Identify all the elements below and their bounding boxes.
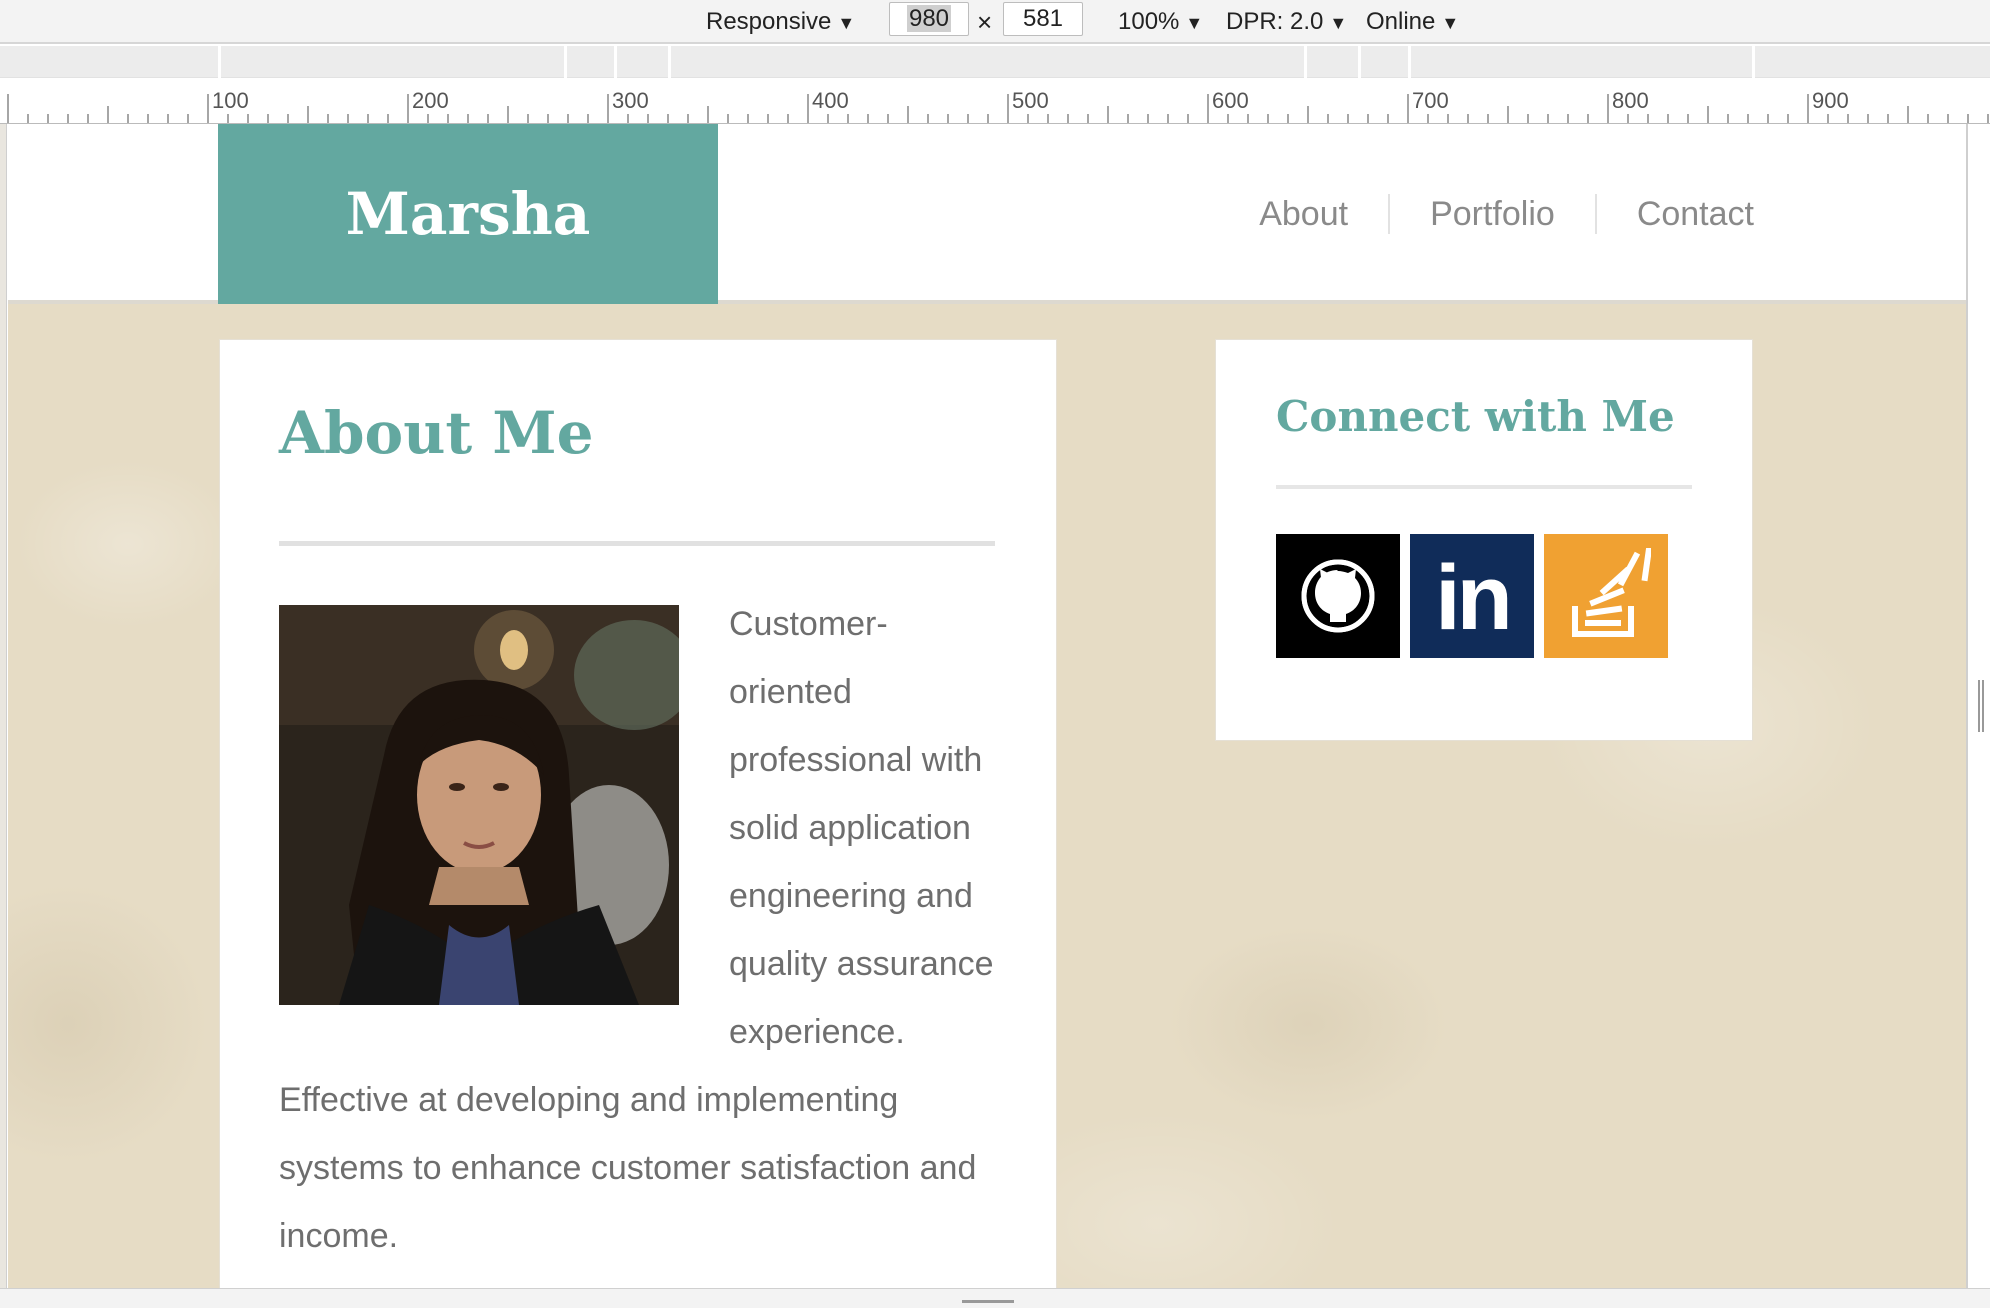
main-nav: About Portfolio Contact xyxy=(1219,182,1754,246)
divider xyxy=(279,541,995,546)
left-gutter xyxy=(0,124,7,1308)
media-query-segment[interactable] xyxy=(1358,46,1408,78)
ruler-label: 700 xyxy=(1412,88,1449,113)
width-input[interactable]: 980 xyxy=(889,2,969,36)
media-query-segment[interactable] xyxy=(1304,46,1358,78)
zoom-select[interactable]: 100% ▼ xyxy=(1118,6,1203,38)
ruler: 100 200 300 400 500 600 700 800 900 xyxy=(0,80,1990,124)
ruler-label: 600 xyxy=(1212,88,1249,113)
dpr-select[interactable]: DPR: 2.0 ▼ xyxy=(1226,6,1347,38)
ruler-label: 900 xyxy=(1812,88,1849,113)
github-link[interactable] xyxy=(1276,534,1400,658)
device-mode-select[interactable]: Responsive ▼ xyxy=(706,6,855,38)
github-icon xyxy=(1301,559,1375,633)
nav-contact[interactable]: Contact xyxy=(1594,194,1754,234)
ruler-ticks: 100 200 300 400 500 600 700 800 900 xyxy=(7,88,1989,123)
site-logo[interactable]: Marsha xyxy=(218,124,718,304)
media-query-segment[interactable] xyxy=(1408,46,1752,78)
about-card: About Me Customer-oriented professional … xyxy=(219,339,1057,1288)
divider xyxy=(1276,485,1692,489)
media-query-segment[interactable] xyxy=(218,46,564,78)
site-header: Marsha About Portfolio Contact xyxy=(8,124,1966,304)
network-label: Online xyxy=(1366,8,1436,35)
ruler-label: 400 xyxy=(812,88,849,113)
ruler-label: 500 xyxy=(1012,88,1049,113)
bottom-resize-bar xyxy=(0,1288,1990,1308)
ruler-label: 300 xyxy=(612,88,649,113)
connect-title: Connect with Me xyxy=(1276,392,1675,441)
media-query-segment[interactable] xyxy=(1752,46,1966,78)
device-mode-label: Responsive xyxy=(706,8,832,35)
nav-about[interactable]: About xyxy=(1219,194,1388,234)
height-value: 581 xyxy=(1022,5,1064,32)
dimension-separator: × xyxy=(977,7,993,37)
dpr-label: DPR: 2.0 xyxy=(1226,8,1324,35)
page-viewport: Marsha About Portfolio Contact About Me xyxy=(8,124,1966,1288)
chevron-down-icon: ▼ xyxy=(1185,13,1204,33)
stackoverflow-icon xyxy=(1572,548,1651,637)
device-toolbar: Responsive ▼ 980 × 581 100% ▼ DPR: 2.0 ▼ On… xyxy=(0,0,1990,44)
height-input[interactable]: 581 xyxy=(1003,2,1083,36)
media-query-segment[interactable] xyxy=(614,46,668,78)
bottom-resize-handle[interactable] xyxy=(962,1300,1014,1303)
about-title: About Me xyxy=(279,399,594,467)
chevron-down-icon: ▼ xyxy=(1329,13,1348,33)
about-text-block: Customer-oriented professional with soli… xyxy=(279,590,995,1270)
stackoverflow-link[interactable] xyxy=(1544,534,1668,658)
photo-spacer xyxy=(279,590,729,1020)
nav-portfolio[interactable]: Portfolio xyxy=(1388,194,1595,234)
linkedin-link[interactable]: in xyxy=(1410,534,1534,658)
chevron-down-icon: ▼ xyxy=(837,13,856,33)
media-query-segment[interactable] xyxy=(668,46,1304,78)
ruler-label: 100 xyxy=(212,88,249,113)
ruler-label: 800 xyxy=(1612,88,1649,113)
ruler-label: 200 xyxy=(412,88,449,113)
media-query-bar xyxy=(0,46,1990,78)
width-value: 980 xyxy=(906,5,952,32)
zoom-label: 100% xyxy=(1118,8,1180,35)
media-query-segment[interactable] xyxy=(564,46,614,78)
chevron-down-icon: ▼ xyxy=(1441,13,1460,33)
network-throttle-select[interactable]: Online ▼ xyxy=(1366,6,1459,38)
connect-card: Connect with Me in xyxy=(1215,339,1753,741)
right-resize-handle[interactable] xyxy=(1978,680,1984,732)
linkedin-icon: in xyxy=(1435,547,1513,649)
